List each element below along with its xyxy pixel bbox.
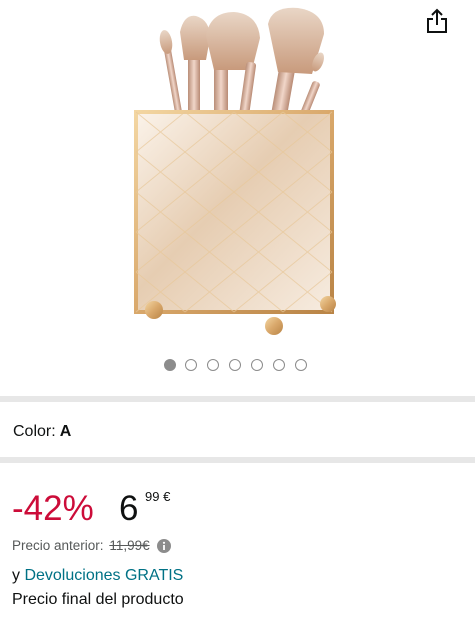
crystal-holder bbox=[134, 110, 336, 335]
price-fraction: 99 € bbox=[145, 490, 170, 504]
final-price-note: Precio final del producto bbox=[12, 591, 184, 608]
info-icon[interactable] bbox=[157, 539, 172, 553]
share-icon bbox=[427, 8, 447, 33]
pagination-dot[interactable] bbox=[164, 359, 176, 371]
pagination-dot[interactable] bbox=[251, 359, 263, 371]
color-label: Color: bbox=[13, 423, 56, 440]
previous-price-value: 11,99€ bbox=[109, 538, 150, 553]
pagination-dot[interactable] bbox=[295, 359, 307, 371]
pagination-dot[interactable] bbox=[229, 359, 241, 371]
section-divider bbox=[0, 457, 475, 463]
price-cents: 99 bbox=[145, 489, 160, 504]
color-selector[interactable]: Color: A bbox=[13, 422, 71, 442]
price-whole: 6 bbox=[119, 489, 139, 528]
returns-info: y Devoluciones GRATIS bbox=[12, 566, 183, 586]
returns-prefix: y bbox=[12, 567, 20, 584]
pagination-dot[interactable] bbox=[207, 359, 219, 371]
color-value: A bbox=[59, 423, 72, 440]
free-returns-link[interactable]: Devoluciones GRATIS bbox=[24, 567, 183, 584]
previous-price-label: Precio anterior: bbox=[12, 538, 104, 553]
product-image[interactable] bbox=[118, 4, 350, 339]
discount-percentage: -42% bbox=[12, 489, 94, 528]
price-currency: € bbox=[163, 489, 171, 504]
share-button[interactable] bbox=[423, 6, 451, 36]
section-divider bbox=[0, 396, 475, 402]
image-gallery[interactable] bbox=[0, 0, 475, 395]
image-pagination bbox=[0, 359, 475, 373]
pagination-dot[interactable] bbox=[185, 359, 197, 371]
pagination-dot[interactable] bbox=[273, 359, 285, 371]
previous-price: Precio anterior: 11,99€ bbox=[12, 537, 172, 555]
